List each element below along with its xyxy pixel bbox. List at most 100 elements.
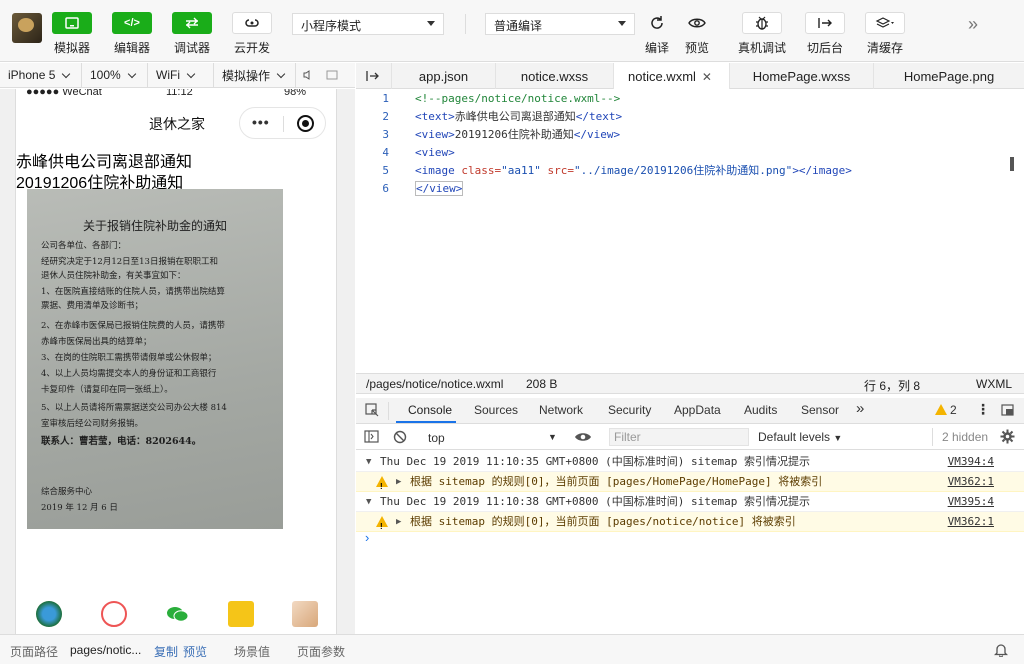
mode-select-value: 小程序模式	[301, 19, 362, 33]
sidebar-toggle-icon[interactable]	[364, 430, 379, 446]
tab-console[interactable]: Console	[408, 403, 452, 417]
detach-window-icon[interactable]	[320, 63, 344, 88]
console-source-link[interactable]: VM395:4	[948, 492, 994, 512]
wechat-icon[interactable]	[164, 601, 190, 627]
capsule-divider	[283, 116, 284, 132]
picture-icon[interactable]	[292, 601, 318, 627]
console-warning-row[interactable]: ▶ 根据 sitemap 的规则[0]，当前页面 [pages/HomePage…	[356, 472, 1024, 497]
refresh-icon	[637, 12, 677, 34]
notice-image-date: 2019 年 12 月 6 日	[41, 503, 118, 513]
switch-background-button[interactable]: 切后台	[800, 12, 850, 56]
simulator-toggle-button[interactable]: 模拟器	[47, 12, 97, 56]
compile-mode-select[interactable]: 普通编译	[485, 13, 635, 35]
toggle-file-tree-icon[interactable]	[356, 63, 392, 89]
inspect-element-icon[interactable]	[365, 403, 380, 421]
console-source-link[interactable]: VM362:1	[948, 512, 994, 532]
user-avatar[interactable]	[12, 13, 42, 43]
tab-app-json[interactable]: app.json	[392, 63, 496, 89]
tab-network[interactable]: Network	[539, 403, 583, 417]
console-filter-input[interactable]: Filter	[609, 428, 749, 446]
caret-down-icon[interactable]: ▼	[366, 452, 371, 472]
preview-path-link[interactable]: 预览	[183, 643, 207, 660]
zoom-select[interactable]: 100%	[82, 62, 148, 88]
cursor-position[interactable]: 行 6，列 8	[864, 377, 920, 394]
preview-button[interactable]: 预览	[672, 12, 722, 56]
device-select[interactable]: iPhone 5	[0, 62, 82, 88]
console-group-row[interactable]: ▼ Thu Dec 19 2019 11:10:38 GMT+0800 (中国标…	[356, 492, 1024, 512]
bell-icon[interactable]	[993, 642, 1009, 660]
menu-capsule[interactable]: •••	[239, 107, 326, 139]
dock-icon[interactable]	[1001, 404, 1014, 419]
console-output[interactable]: ▼ Thu Dec 19 2019 11:10:35 GMT+0800 (中国标…	[356, 450, 1024, 634]
tab-notice-wxml[interactable]: notice.wxml ✕	[614, 63, 730, 90]
code-tag: <view>	[415, 128, 455, 141]
console-source-link[interactable]: VM362:1	[948, 472, 994, 492]
simulate-operation-select[interactable]: 模拟操作	[214, 62, 296, 88]
eye-icon[interactable]	[574, 431, 592, 446]
notice-image-line: 1、在医院直接结账的住院人员，请携带出院结算	[41, 287, 225, 297]
volume-icon[interactable]	[296, 63, 320, 88]
close-miniprogram-icon[interactable]	[297, 115, 314, 132]
close-icon[interactable]: ✕	[702, 70, 712, 84]
caret-down-icon[interactable]: ▼	[366, 492, 371, 512]
tab-homepage-png[interactable]: HomePage.png	[874, 63, 1024, 89]
emoji-icon[interactable]	[228, 601, 254, 627]
code-line: <!--pages/notice/notice.wxml-->	[415, 90, 1015, 108]
kebab-menu-icon[interactable]: ⋮	[976, 401, 990, 418]
real-device-debug-label: 真机调试	[737, 41, 786, 55]
console-warning-row[interactable]: ▶ 根据 sitemap 的规则[0]，当前页面 [pages/notice/n…	[356, 512, 1024, 537]
page-path-label: 页面路径	[10, 645, 59, 659]
tab-homepage-wxss[interactable]: HomePage.wxss	[730, 63, 874, 89]
tab-sources[interactable]: Sources	[474, 403, 518, 417]
code-tag: ></image>	[792, 164, 852, 177]
more-chevron-icon[interactable]: »	[968, 14, 978, 35]
clear-console-icon[interactable]	[393, 430, 407, 447]
home-icon[interactable]	[101, 601, 127, 627]
code-text: 赤峰供电公司离退部通知	[454, 110, 576, 123]
cloud-dev-button[interactable]: 云开发	[227, 12, 277, 56]
clear-cache-button[interactable]: 清缓存	[860, 12, 910, 56]
debugger-toggle-button[interactable]: 调试器	[167, 12, 217, 56]
real-device-debug-button[interactable]: 真机调试	[736, 12, 788, 56]
code-string: "../image/20191206住院补助通知.png"	[573, 164, 793, 177]
language-mode[interactable]: WXML	[976, 377, 1012, 391]
mode-select[interactable]: 小程序模式	[292, 13, 444, 35]
line-gutter: 1 2 3 4 5 6	[356, 90, 406, 198]
file-path: /pages/notice/notice.wxml	[366, 377, 504, 391]
status-bottom-bar: 页面路径 pages/notic... 复制 预览 场景值 页面参数	[0, 634, 1024, 664]
zoom-value: 100%	[90, 68, 121, 82]
console-message: 根据 sitemap 的规则[0]，当前页面 [pages/HomePage/H…	[410, 475, 823, 488]
layers-icon	[865, 12, 905, 34]
warning-count[interactable]: 2	[950, 403, 957, 417]
notice-image-signature: 综合服务中心	[41, 487, 93, 497]
context-select[interactable]: top ▼	[422, 428, 559, 447]
copy-path-link[interactable]: 复制	[154, 643, 178, 660]
tab-appdata[interactable]: AppData	[674, 403, 721, 417]
code-tag: <view>	[415, 146, 455, 159]
tab-audits[interactable]: Audits	[744, 403, 777, 417]
console-prompt[interactable]: ›	[365, 530, 369, 545]
tab-sensor[interactable]: Sensor	[801, 403, 839, 417]
caret-right-icon[interactable]: ▶	[396, 472, 401, 492]
grid-company-icon[interactable]	[36, 601, 62, 627]
scene-value-button[interactable]: 场景值	[234, 643, 270, 660]
page-params-button[interactable]: 页面参数	[297, 643, 345, 660]
gear-icon[interactable]	[1000, 429, 1015, 447]
editor-toggle-button[interactable]: </> 编辑器	[107, 12, 157, 56]
editor-scroll-marker[interactable]	[1010, 157, 1014, 171]
tab-security[interactable]: Security	[608, 403, 651, 417]
more-tabs-icon[interactable]: »	[856, 400, 864, 417]
code-line: <image class="aa11" src="../image/201912…	[415, 162, 1015, 180]
console-source-link[interactable]: VM394:4	[948, 452, 994, 472]
network-select[interactable]: WiFi	[148, 62, 214, 88]
console-group-row[interactable]: ▼ Thu Dec 19 2019 11:10:35 GMT+0800 (中国标…	[356, 452, 1024, 472]
simulator-label: 模拟器	[53, 41, 90, 55]
tab-notice-wxss[interactable]: notice.wxss	[496, 63, 614, 89]
caret-right-icon[interactable]: ▶	[396, 512, 401, 532]
code-editor[interactable]: 1 2 3 4 5 6 <!--pages/notice/notice.wxml…	[356, 89, 1024, 373]
switch-background-label: 切后台	[806, 41, 843, 55]
warning-icon[interactable]	[935, 404, 947, 415]
more-dots-icon[interactable]: •••	[252, 114, 270, 130]
editor-status-bar: /pages/notice/notice.wxml 208 B 行 6，列 8 …	[356, 373, 1024, 394]
log-levels-select[interactable]: Default levels ▼	[758, 430, 842, 444]
